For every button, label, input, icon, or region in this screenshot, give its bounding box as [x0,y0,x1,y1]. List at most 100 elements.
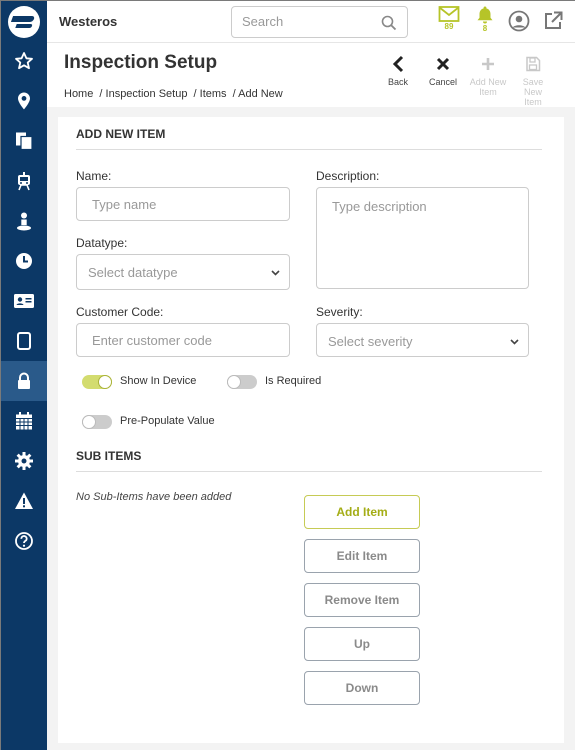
save-new-item-label-line1: Save New [522,77,544,97]
sub-items-heading: SUB ITEMS [76,449,142,463]
move-down-button[interactable]: Down [304,671,420,705]
calendar-icon [16,412,32,430]
person-icon [17,212,31,231]
breadcrumb-inspection-setup[interactable]: / Inspection Setup [99,88,187,100]
organization-name: Westeros [59,14,118,29]
search-icon[interactable] [381,15,397,31]
description-field[interactable] [316,187,529,289]
nav-security[interactable] [1,361,47,401]
notification-count-badge: 8 [482,24,488,33]
back-button[interactable]: Back [378,53,418,87]
show-in-device-toggle[interactable] [82,375,112,389]
nav-locations[interactable] [1,81,47,121]
back-label: Back [387,77,408,87]
section-divider [76,471,542,472]
help-icon [15,532,33,550]
notifications-button[interactable]: 8 [473,5,497,39]
nav-settings[interactable] [1,441,47,481]
name-field[interactable] [76,187,290,221]
location-pin-icon [18,92,30,110]
external-link-button[interactable] [541,10,565,44]
severity-label: Severity: [316,305,363,319]
add-new-item-label-line1: Add New [469,77,507,87]
user-avatar-icon [508,10,530,32]
breadcrumb-home[interactable]: Home [64,88,93,100]
close-icon [436,57,450,71]
bell-icon [477,6,493,24]
gear-icon [15,452,33,470]
chevron-down-icon [510,339,519,345]
nav-alerts[interactable] [1,481,47,521]
page-title: Inspection Setup [64,52,218,73]
mail-count-badge: 89 [444,22,454,31]
sidebar [1,1,47,750]
lock-icon [18,372,30,389]
customer-code-input[interactable] [92,333,262,348]
documents-icon [16,132,33,151]
edit-item-button[interactable]: Edit Item [304,539,420,573]
nav-schedule[interactable] [1,401,47,441]
breadcrumb-items[interactable]: / Items [194,88,227,100]
mail-icon [438,6,460,22]
breadcrumb: Home / Inspection Setup / Items / Add Ne… [64,88,286,100]
star-icon [15,52,33,70]
nav-vehicles[interactable] [1,161,47,201]
external-link-icon [545,11,563,29]
search-box[interactable] [231,6,408,38]
toggle-knob [82,415,96,429]
add-item-button[interactable]: Add Item [304,495,420,529]
description-label: Description: [316,169,380,183]
chevron-down-icon [271,270,280,276]
nav-devices[interactable] [1,321,47,361]
pre-populate-label: Pre-Populate Value [120,415,215,427]
id-card-icon [14,294,34,308]
customer-code-field[interactable] [76,323,290,357]
top-bar: Westeros 89 8 [47,1,575,43]
is-required-toggle[interactable] [227,375,257,389]
datatype-select[interactable]: Select datatype [76,254,290,290]
is-required-label: Is Required [265,375,322,387]
remove-item-button[interactable]: Remove Item [304,583,420,617]
section-divider [76,149,542,150]
cancel-button[interactable]: Cancel [423,53,463,87]
clock-icon [16,253,32,269]
save-new-item-label-line2: Item [524,97,542,107]
toggle-knob [98,375,112,389]
severity-select[interactable]: Select severity [316,323,529,357]
add-new-item-button[interactable]: Add New Item [468,53,508,97]
nav-contacts[interactable] [1,281,47,321]
messages-button[interactable]: 89 [437,5,461,39]
nav-people[interactable] [1,201,47,241]
add-new-item-heading: ADD NEW ITEM [76,127,166,141]
name-label: Name: [76,169,112,183]
name-input[interactable] [92,197,262,212]
tablet-icon [17,332,31,350]
show-in-device-label: Show In Device [120,375,197,387]
nav-documents[interactable] [1,121,47,161]
app-logo[interactable] [8,6,40,38]
nav-history[interactable] [1,241,47,281]
nav-favorites[interactable] [1,41,47,81]
save-icon [526,56,541,72]
move-up-button[interactable]: Up [304,627,420,661]
add-item-panel: ADD NEW ITEM Name: Description: Datatype… [58,117,564,743]
warning-icon [15,492,33,509]
plus-icon [482,58,494,70]
pre-populate-toggle[interactable] [82,415,112,429]
vehicle-icon [18,172,30,191]
save-new-item-button[interactable]: Save New Item [513,53,553,107]
customer-code-label: Customer Code: [76,305,164,319]
chevron-left-icon [392,55,404,73]
add-new-item-label-line2: Item [479,87,497,97]
profile-button[interactable] [507,10,531,44]
toggle-knob [227,375,241,389]
sub-items-empty-message: No Sub-Items have been added [76,491,232,503]
main-content: Inspection Setup Home / Inspection Setup… [47,43,575,750]
search-input[interactable] [242,14,372,29]
cancel-label: Cancel [428,77,457,87]
description-input[interactable] [332,199,502,269]
severity-placeholder: Select severity [328,334,413,349]
page-header: Inspection Setup Home / Inspection Setup… [47,43,575,107]
datatype-label: Datatype: [76,236,128,250]
nav-help[interactable] [1,521,47,561]
